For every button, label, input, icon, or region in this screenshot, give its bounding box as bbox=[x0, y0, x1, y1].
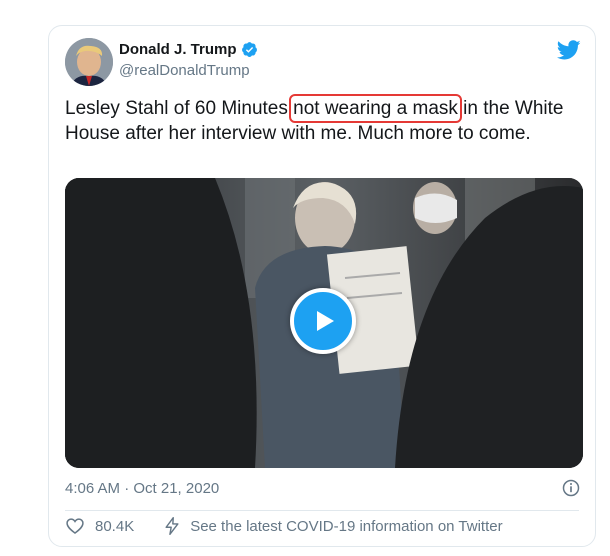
highlighted-phrase: not wearing a mask bbox=[289, 94, 462, 123]
twitter-bird-icon[interactable] bbox=[557, 38, 581, 62]
divider bbox=[65, 510, 579, 511]
author-row: Donald J. Trump bbox=[119, 41, 258, 58]
tweet-text: Lesley Stahl of 60 Minutes not wearing a… bbox=[65, 94, 580, 146]
tweet-card[interactable]: Donald J. Trump @realDonaldTrump Lesley … bbox=[48, 25, 596, 547]
tweet-text-before: Lesley Stahl of 60 Minutes bbox=[65, 98, 294, 119]
video-player[interactable] bbox=[65, 178, 583, 468]
covid-info-link[interactable]: See the latest COVID-19 information on T… bbox=[190, 518, 502, 535]
tweet-timestamp[interactable]: 4:06 AM · Oct 21, 2020 bbox=[65, 480, 219, 497]
like-count[interactable]: 80.4K bbox=[95, 518, 134, 535]
avatar-image bbox=[65, 38, 113, 86]
author-handle[interactable]: @realDonaldTrump bbox=[119, 62, 250, 79]
play-icon bbox=[317, 311, 334, 331]
info-icon[interactable] bbox=[561, 478, 581, 498]
avatar[interactable] bbox=[65, 38, 113, 86]
author-name[interactable]: Donald J. Trump bbox=[119, 41, 237, 58]
lightning-icon bbox=[165, 516, 179, 536]
play-button[interactable] bbox=[290, 288, 356, 354]
verified-badge-icon bbox=[241, 42, 257, 57]
action-bar: 80.4K See the latest COVID-19 informatio… bbox=[65, 516, 503, 536]
heart-icon[interactable] bbox=[65, 516, 85, 536]
